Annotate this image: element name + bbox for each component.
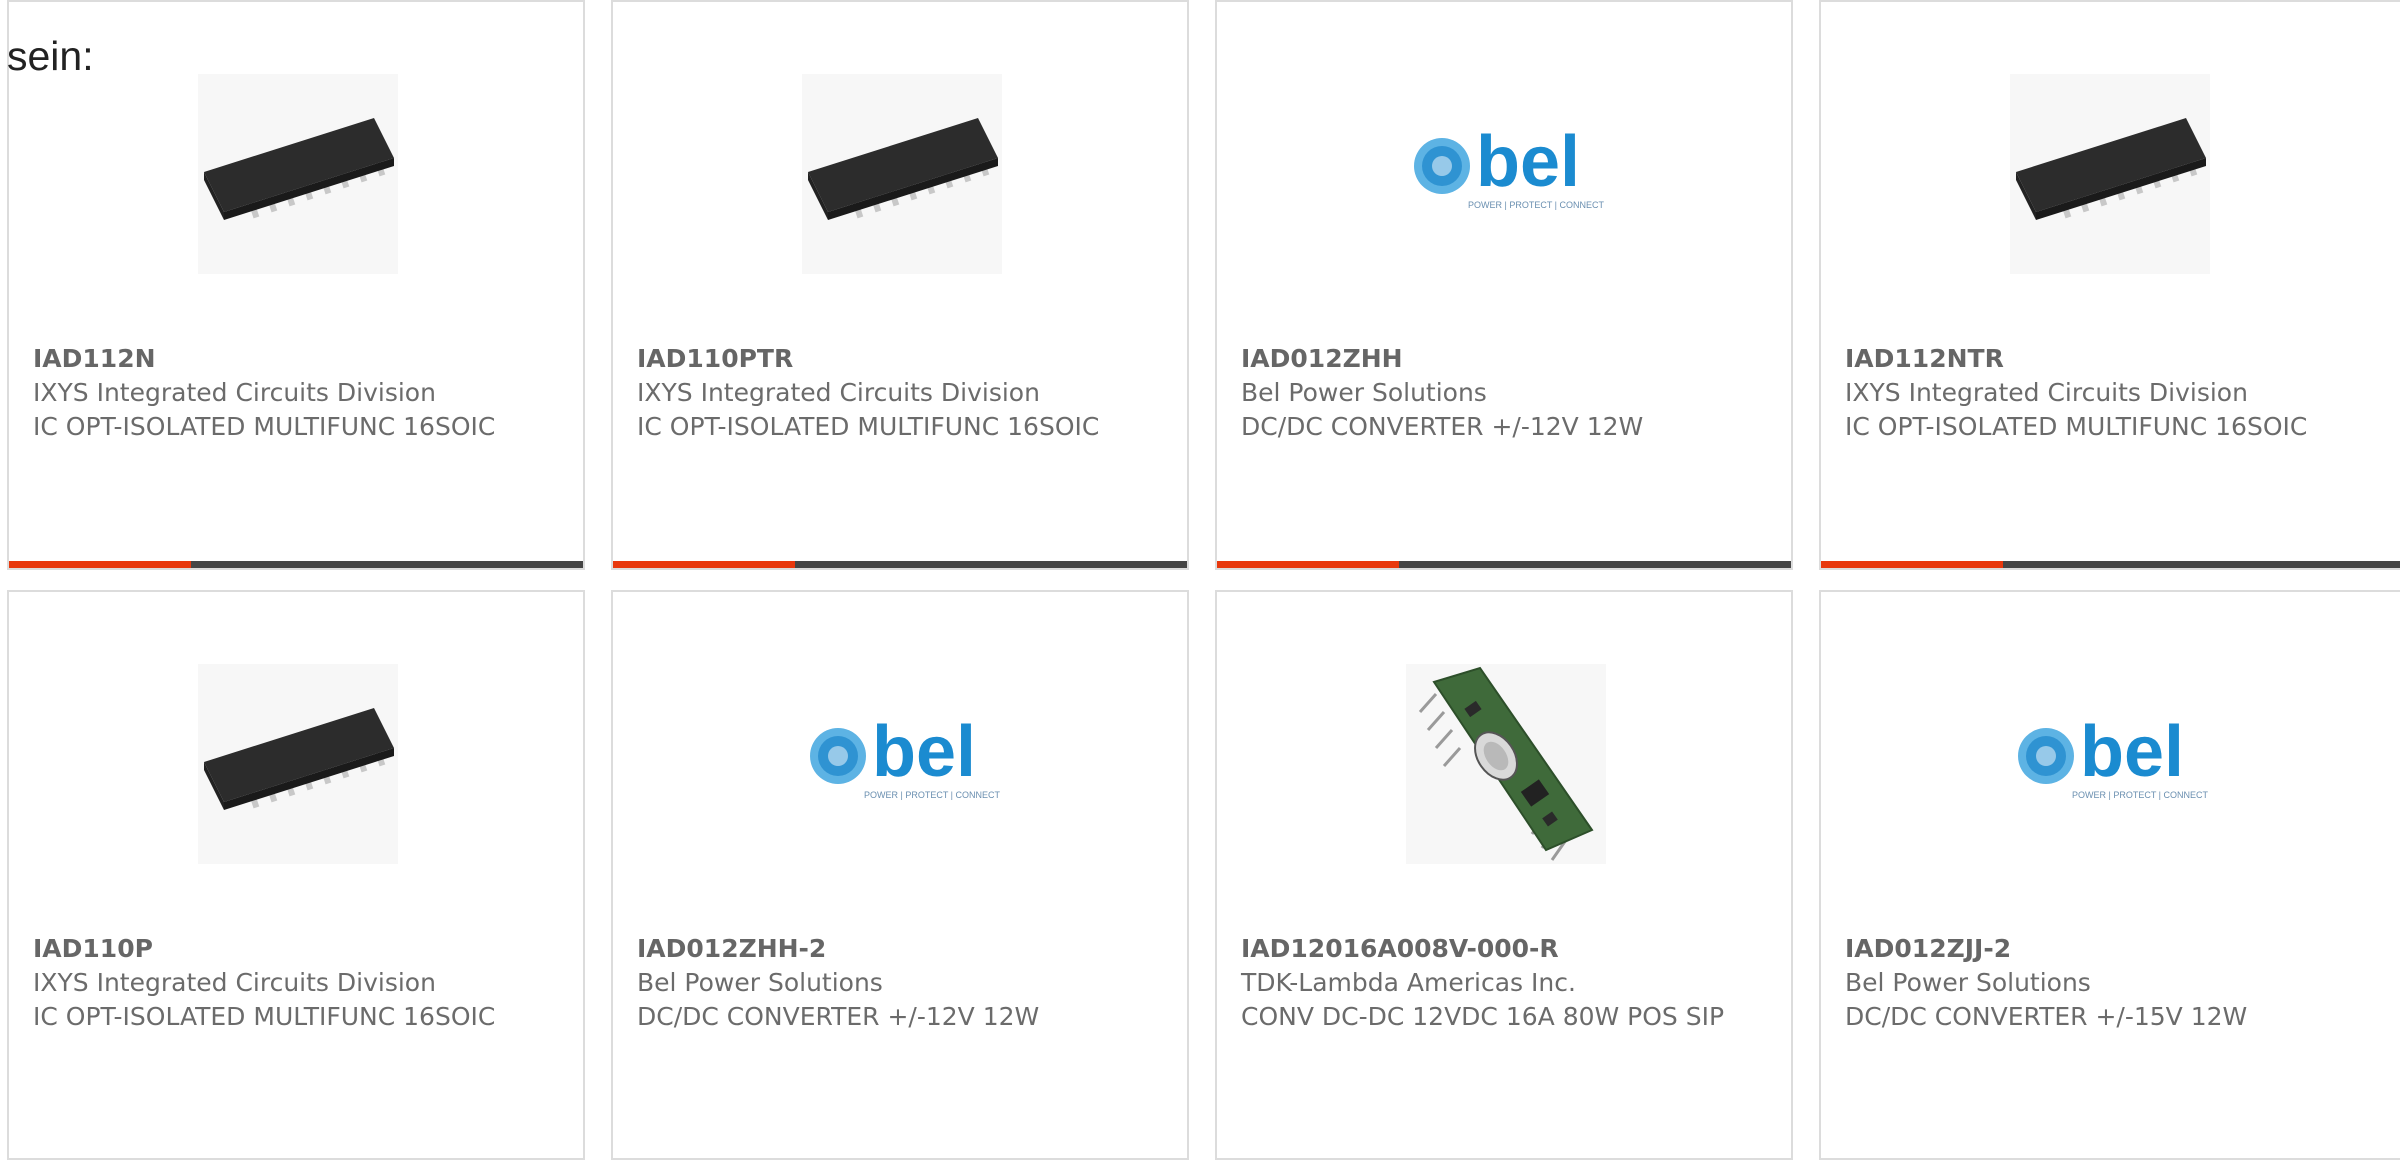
bel-logo-word: bel <box>2080 712 2184 792</box>
part-number[interactable]: IAD112N <box>33 342 563 376</box>
product-card[interactable]: bel POWER | PROTECT | CONNECT IAD012ZJJ-… <box>1819 590 2400 1160</box>
product-image <box>198 74 398 274</box>
bel-logo-tagline: POWER | PROTECT | CONNECT <box>1468 200 1605 210</box>
description: DC/DC CONVERTER +/-15V 12W <box>1845 1002 2248 1031</box>
product-card[interactable]: IAD12016A008V-000-R TDK-Lambda Americas … <box>1215 590 1793 1160</box>
intro-text: sein: <box>7 33 94 79</box>
product-card[interactable]: IAD110PTR IXYS Integrated Circuits Divis… <box>611 0 1189 570</box>
part-number[interactable]: IAD12016A008V-000-R <box>1241 932 1771 966</box>
sip-module-icon <box>1406 664 1606 864</box>
card-accent-bar <box>1217 561 1791 568</box>
part-number[interactable]: IAD112NTR <box>1845 342 2375 376</box>
description: CONV DC-DC 12VDC 16A 80W POS SIP <box>1241 1002 1725 1031</box>
bel-logo-tagline: POWER | PROTECT | CONNECT <box>2072 790 2209 800</box>
manufacturer: Bel Power Solutions <box>1241 378 1487 407</box>
product-image <box>198 664 398 864</box>
manufacturer: Bel Power Solutions <box>637 968 883 997</box>
manufacturer: TDK-Lambda Americas Inc. <box>1241 968 1576 997</box>
card-accent-bar <box>613 561 1187 568</box>
part-number[interactable]: IAD012ZJJ-2 <box>1845 932 2375 966</box>
soic-16-chip-icon <box>2010 74 2210 274</box>
product-card[interactable]: IAD112NTR IXYS Integrated Circuits Divis… <box>1819 0 2400 570</box>
soic-16-chip-icon <box>198 74 398 274</box>
part-number[interactable]: IAD110PTR <box>637 342 1167 376</box>
manufacturer: IXYS Integrated Circuits Division <box>33 378 436 407</box>
manufacturer: Bel Power Solutions <box>1845 968 2091 997</box>
manufacturer: IXYS Integrated Circuits Division <box>1845 378 2248 407</box>
manufacturer: IXYS Integrated Circuits Division <box>637 378 1040 407</box>
product-card[interactable]: IAD110P IXYS Integrated Circuits Divisio… <box>7 590 585 1160</box>
description: IC OPT-ISOLATED MULTIFUNC 16SOIC <box>637 412 1100 441</box>
description: IC OPT-ISOLATED MULTIFUNC 16SOIC <box>33 1002 496 1031</box>
soic-16-chip-icon <box>802 74 1002 274</box>
bel-logo: bel POWER | PROTECT | CONNECT <box>1414 122 1605 210</box>
bel-logo-tagline: POWER | PROTECT | CONNECT <box>864 790 1001 800</box>
card-accent-bar <box>1821 561 2400 568</box>
bel-logo: bel POWER | PROTECT | CONNECT <box>810 712 1001 800</box>
soic-16-chip-icon <box>198 664 398 864</box>
description: DC/DC CONVERTER +/-12V 12W <box>637 1002 1040 1031</box>
product-card[interactable]: bel POWER | PROTECT | CONNECT IAD012ZHH … <box>1215 0 1793 570</box>
description: IC OPT-ISOLATED MULTIFUNC 16SOIC <box>33 412 496 441</box>
product-image <box>2010 74 2210 274</box>
description: DC/DC CONVERTER +/-12V 12W <box>1241 412 1644 441</box>
card-accent-bar <box>9 561 583 568</box>
product-image: bel POWER | PROTECT | CONNECT <box>1406 74 1606 274</box>
description: IC OPT-ISOLATED MULTIFUNC 16SOIC <box>1845 412 2308 441</box>
product-card[interactable]: bel POWER | PROTECT | CONNECT IAD012ZHH-… <box>611 590 1189 1160</box>
manufacturer: IXYS Integrated Circuits Division <box>33 968 436 997</box>
product-image <box>802 74 1002 274</box>
product-image <box>1406 664 1606 864</box>
part-number[interactable]: IAD110P <box>33 932 563 966</box>
part-number[interactable]: IAD012ZHH <box>1241 342 1771 376</box>
bel-logo-word: bel <box>872 712 976 792</box>
bel-logo: bel POWER | PROTECT | CONNECT <box>2018 712 2209 800</box>
bel-logo-word: bel <box>1476 122 1580 202</box>
product-card[interactable]: IAD112N IXYS Integrated Circuits Divisio… <box>7 0 585 570</box>
product-image: bel POWER | PROTECT | CONNECT <box>802 664 1002 864</box>
part-number[interactable]: IAD012ZHH-2 <box>637 932 1167 966</box>
product-image: bel POWER | PROTECT | CONNECT <box>2010 664 2210 864</box>
